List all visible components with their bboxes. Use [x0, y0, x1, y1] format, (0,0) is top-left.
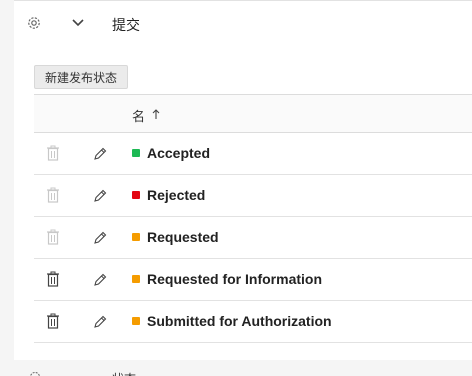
table-row: Requested for Information [34, 259, 472, 301]
trash-icon [47, 145, 59, 161]
pencil-icon[interactable] [92, 188, 108, 204]
status-color-swatch [132, 191, 140, 199]
pencil-icon[interactable] [92, 314, 108, 330]
sort-ascending-icon[interactable] [151, 108, 161, 120]
status-label: Requested for Information [147, 271, 323, 287]
gear-icon[interactable] [26, 15, 42, 31]
pencil-icon[interactable] [92, 230, 108, 246]
next-section-title: 状态 [112, 370, 136, 376]
pencil-icon[interactable] [92, 146, 108, 162]
status-table: 名 Accepted Rejected Requested Requested for… [34, 94, 472, 343]
status-color-swatch [132, 317, 140, 325]
table-row: Rejected [34, 175, 472, 217]
trash-icon[interactable] [46, 271, 60, 287]
table-row: Submitted for Authorization [34, 301, 472, 343]
gear-icon[interactable] [28, 370, 42, 376]
trash-icon [47, 229, 59, 245]
trash-icon [47, 187, 59, 203]
section-title: 提交 [112, 17, 140, 33]
status-color-swatch [132, 233, 140, 241]
column-header-name[interactable]: 名 [132, 106, 145, 125]
new-status-button[interactable]: 新建发布状态 [34, 65, 128, 89]
table-header: 名 [34, 94, 472, 133]
status-color-swatch [132, 275, 140, 283]
table-row: Requested [34, 217, 472, 259]
pencil-icon[interactable] [92, 272, 108, 288]
status-label: Accepted [147, 145, 211, 161]
divider [14, 0, 472, 1]
status-label: Rejected [147, 187, 206, 203]
section-header[interactable]: 提交 [14, 6, 472, 40]
status-label: Requested [147, 229, 219, 245]
chevron-down-icon[interactable] [71, 16, 85, 30]
table-row: Accepted [34, 133, 472, 175]
trash-icon[interactable] [46, 313, 60, 329]
status-color-swatch [132, 149, 140, 157]
next-section-header[interactable]: 状态 [14, 366, 472, 376]
status-label: Submitted for Authorization [147, 313, 332, 329]
